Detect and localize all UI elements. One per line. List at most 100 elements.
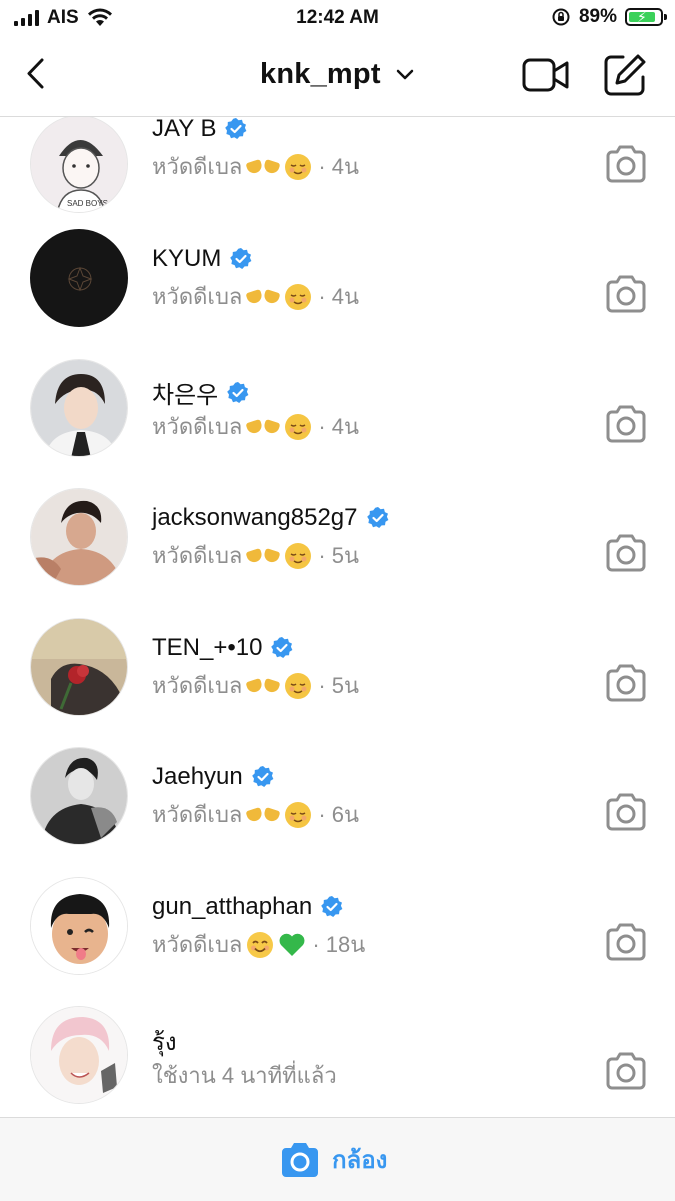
green-heart-emoji-icon <box>279 933 305 956</box>
username: รุ้ง <box>152 1029 177 1056</box>
message-text: หวัดดีเบล <box>152 673 243 698</box>
message-preview: หวัดดีเบล · 4น <box>152 279 359 314</box>
relieved-face-emoji-icon <box>285 153 312 180</box>
conversation-name-group: jacksonwang852g7 <box>152 504 390 532</box>
account-switcher[interactable]: knk_mpt <box>0 58 675 91</box>
message-text: หวัดดีเบล <box>152 154 243 179</box>
message-preview: หวัดดีเบล · 4น <box>152 149 359 184</box>
chevron-down-icon <box>396 70 414 80</box>
verified-badge-icon <box>227 381 249 403</box>
palms-up-emoji-icon <box>246 157 280 177</box>
camera-icon[interactable] <box>604 1051 648 1091</box>
bottom-bar: กล้อง <box>0 1117 675 1201</box>
avatar[interactable] <box>30 618 128 716</box>
message-preview: ใช้งาน 4 นาทีที่แล้ว <box>152 1058 337 1093</box>
camera-icon[interactable] <box>604 404 648 444</box>
avatar[interactable] <box>30 877 128 975</box>
message-text: หวัดดีเบล <box>152 284 243 309</box>
avatar[interactable]: SAD BOYS <box>30 117 128 213</box>
message-time: 4น <box>331 414 360 439</box>
message-time: 5น <box>331 673 360 698</box>
verified-badge-icon <box>251 766 274 787</box>
conversation-row[interactable]: KYUM หวัดดีเบล · 4น <box>0 229 675 359</box>
username: jacksonwang852g7 <box>152 504 358 531</box>
username: KYUM <box>152 245 222 272</box>
message-text: หวัดดีเบล <box>152 543 243 568</box>
camera-icon[interactable] <box>604 533 648 573</box>
camera-icon[interactable] <box>604 274 648 314</box>
avatar[interactable] <box>30 359 128 457</box>
palms-up-emoji-icon <box>246 805 280 825</box>
page-title: knk_mpt <box>260 58 381 90</box>
message-time: 5น <box>331 543 360 568</box>
verified-badge-icon <box>230 248 252 269</box>
message-time: 6น <box>331 802 360 827</box>
relieved-face-emoji-icon <box>285 672 312 699</box>
camera-icon[interactable] <box>604 144 648 184</box>
message-text: หวัดดีเบล <box>152 932 243 957</box>
conversation-name-group: JAY B <box>152 117 248 143</box>
conversation-name-group: TEN_+•10 <box>152 634 294 662</box>
message-preview: หวัดดีเบล · 18น <box>152 927 365 962</box>
relieved-face-emoji-icon <box>285 283 312 310</box>
active-status-text: ใช้งาน 4 นาทีที่แล้ว <box>152 1063 337 1088</box>
battery-percent: 89% <box>578 6 617 27</box>
header: knk_mpt <box>0 36 675 117</box>
relieved-face-emoji-icon <box>285 413 312 440</box>
conversation-row[interactable]: gun_atthaphan หวัดดีเบล · 18น <box>0 877 675 1007</box>
status-right: 89% ⚡ <box>551 6 667 28</box>
camera-icon <box>282 1142 318 1177</box>
camera-icon[interactable] <box>604 663 648 703</box>
battery-icon: ⚡ <box>625 8 667 26</box>
conversation-row[interactable]: Jaehyun หวัดดีเบล · 6น <box>0 747 675 877</box>
username: TEN_+•10 <box>152 634 263 661</box>
verified-badge-icon <box>271 637 293 658</box>
username: JAY B <box>152 117 217 142</box>
palms-up-emoji-icon <box>246 546 280 566</box>
message-preview: หวัดดีเบล · 4น <box>152 409 359 444</box>
conversation-row[interactable]: 차은우 หวัดดีเบล · 4น <box>0 359 675 489</box>
message-preview: หวัดดีเบล · 5น <box>152 668 359 703</box>
conversation-row[interactable]: jacksonwang852g7 หวัดดีเบล · 5น <box>0 488 675 618</box>
conversation-name-group: 차은우 <box>152 375 250 410</box>
verified-badge-icon <box>225 118 247 139</box>
avatar[interactable] <box>30 488 128 586</box>
relieved-face-emoji-icon <box>285 542 312 569</box>
message-text: หวัดดีเบล <box>152 414 243 439</box>
relieved-face-emoji-icon <box>285 801 312 828</box>
username: Jaehyun <box>152 763 243 790</box>
conversation-row[interactable]: รุ้ง ใช้งาน 4 นาทีที่แล้ว <box>0 1006 675 1117</box>
camera-label: กล้อง <box>332 1147 388 1174</box>
palms-up-emoji-icon <box>246 417 280 437</box>
message-preview: หวัดดีเบล · 6น <box>152 797 359 832</box>
message-preview: หวัดดีเบล · 5น <box>152 538 359 573</box>
camera-icon[interactable] <box>604 792 648 832</box>
camera-icon[interactable] <box>604 922 648 962</box>
conversation-name-group: KYUM <box>152 245 253 273</box>
username: gun_atthaphan <box>152 893 313 920</box>
username: 차은우 <box>152 382 219 409</box>
conversation-row[interactable]: TEN_+•10 หวัดดีเบล · 5น <box>0 618 675 748</box>
smiling-face-emoji-icon <box>247 931 274 958</box>
status-bar: AIS 12:42 AM 89% ⚡ <box>0 0 675 36</box>
conversation-name-group: Jaehyun <box>152 763 275 791</box>
camera-button[interactable]: กล้อง <box>280 1140 387 1179</box>
avatar[interactable] <box>30 229 128 327</box>
message-time: 4น <box>331 154 360 179</box>
avatar[interactable] <box>30 1006 128 1104</box>
svg-text:SAD BOYS: SAD BOYS <box>67 199 108 208</box>
verified-badge-icon <box>366 507 388 528</box>
verified-badge-icon <box>321 896 343 917</box>
new-message-icon[interactable] <box>603 53 647 97</box>
palms-up-emoji-icon <box>246 287 280 307</box>
conversation-name-group: รุ้ง <box>152 1022 177 1061</box>
palms-up-emoji-icon <box>246 676 280 696</box>
message-time: 18น <box>325 932 366 957</box>
message-text: หวัดดีเบล <box>152 802 243 827</box>
avatar[interactable] <box>30 747 128 845</box>
conversation-list: SAD BOYS JAY B หวัดดีเบล · 4น KYUM หวัดด… <box>0 117 675 1117</box>
message-time: 4น <box>331 284 360 309</box>
conversation-row[interactable]: SAD BOYS JAY B หวัดดีเบล · 4น <box>0 117 675 229</box>
video-call-icon[interactable] <box>522 56 570 94</box>
orientation-lock-icon <box>552 8 570 26</box>
